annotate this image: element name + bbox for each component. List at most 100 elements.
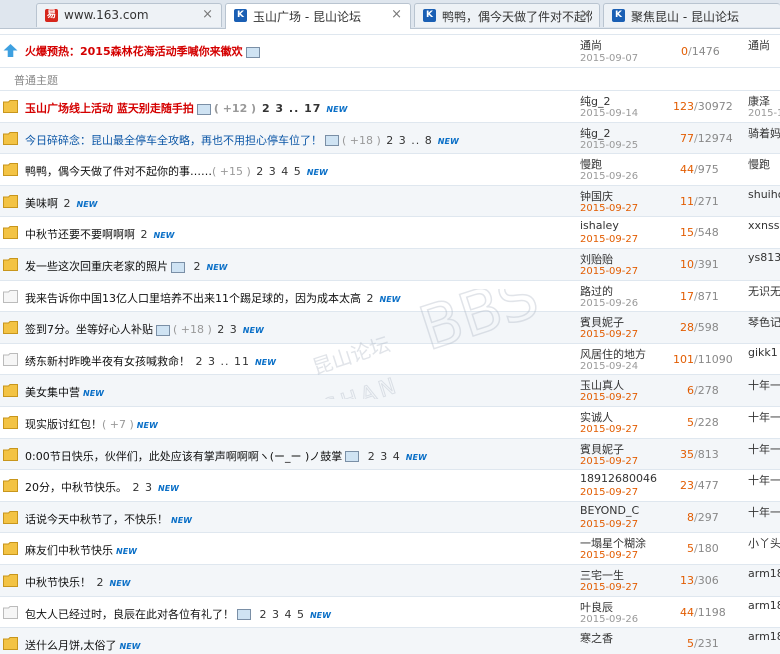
thread-author[interactable]: 刘贻贻	[580, 251, 613, 267]
last-poster[interactable]: ys813	[748, 251, 780, 264]
last-poster[interactable]: arm18	[748, 630, 780, 643]
page-links[interactable]: 2	[97, 576, 105, 589]
close-icon[interactable]: ×	[391, 7, 402, 22]
thread-title-link[interactable]: 20分，中秋节快乐。 2 3 NEW	[25, 479, 179, 495]
thread-title-link[interactable]: 火爆预热：2015森林花海活动季喊你来徽欢	[25, 43, 263, 59]
table-row[interactable]: 现实版讨红包！( +7 ) NEW 实诚人 2015-09-27 5/228 十年一	[0, 407, 780, 439]
last-poster[interactable]: 慢跑	[748, 156, 770, 172]
page-links[interactable]: 2 3	[133, 481, 154, 494]
thread-author[interactable]: 三宅一生	[580, 567, 624, 583]
table-row[interactable]: 美女集中营 NEW 玉山真人 2015-09-27 6/278 十年一	[0, 375, 780, 407]
tab-duck-post[interactable]: K 鸭鸭，偶今天做了件对不起你 ×	[414, 3, 600, 27]
last-poster[interactable]: arm18	[748, 599, 780, 612]
last-poster[interactable]: 小丫头	[748, 535, 780, 551]
thread-title-link[interactable]: 我来告诉你中国13亿人口里培养不出来11个踢足球的，因为成本太高 2 NEW	[25, 290, 400, 306]
thread-title-link[interactable]: 签到7分。坐等好心人补贴 ( +18 ) 2 3 NEW	[25, 321, 264, 337]
thread-author[interactable]: 賓貝妮子	[580, 441, 624, 457]
last-poster[interactable]: 十年一	[748, 409, 780, 425]
thread-author[interactable]: 实诚人	[580, 409, 613, 425]
last-poster[interactable]: 十年一	[748, 377, 780, 393]
thread-title-link[interactable]: 现实版讨红包！( +7 ) NEW	[25, 416, 158, 432]
page-links[interactable]: 2 3 4	[368, 450, 401, 463]
close-icon[interactable]: ×	[202, 7, 213, 22]
thread-author[interactable]: BEYOND_C	[580, 504, 639, 517]
page-links[interactable]: 2 3 4 5	[260, 608, 305, 621]
page-links[interactable]: 2	[64, 197, 72, 210]
thread-author[interactable]: 风居住的地方	[580, 346, 646, 362]
tab-focus-kunshan[interactable]: K 聚焦昆山 - 昆山论坛	[603, 3, 780, 27]
last-poster[interactable]: 十年一	[748, 504, 780, 520]
page-links[interactable]: 2 3 .. 17	[262, 102, 321, 115]
thread-author[interactable]: 叶良辰	[580, 599, 613, 615]
table-row[interactable]: 麻友们中秋节快乐 NEW 一塌星个糊涂 2015-09-27 5/180 小丫头	[0, 533, 780, 565]
table-row[interactable]: 绣东新村昨晚半夜有女孩喊救命！ 2 3 .. 11 NEW 风居住的地方 2015-0…	[0, 344, 780, 376]
thread-title-link[interactable]: 送什么月饼,太俗了 NEW	[25, 637, 140, 653]
table-row[interactable]: 玉山广场线上活动 蓝天别走随手拍 ( +12 ) 2 3 .. 17 NEW 纯g_2…	[0, 91, 780, 123]
section-title: 普通主题	[14, 74, 58, 87]
table-row[interactable]: 签到7分。坐等好心人补贴 ( +18 ) 2 3 NEW 賓貝妮子 2015-09-27…	[0, 312, 780, 344]
last-poster[interactable]: 康泽	[748, 93, 770, 109]
tab-yushan-square[interactable]: K 玉山广场 - 昆山论坛 ×	[225, 3, 411, 29]
table-row[interactable]: 包大人已经过时，良辰在此对各位有礼了！ 2 3 4 5 NEW 叶良辰 2015-09…	[0, 597, 780, 629]
reply-count: 0	[681, 45, 688, 58]
last-poster[interactable]: 骑着妈	[748, 125, 780, 141]
last-poster[interactable]: 十年一	[748, 441, 780, 457]
table-row[interactable]: 今日碎碎念：昆山最全停车全攻略，再也不用担心停车位了！ ( +18 ) 2 3 .…	[0, 122, 780, 155]
thread-author[interactable]: 钟国庆	[580, 188, 613, 204]
table-row[interactable]: 0:00节日快乐，伙伴们，此处应该有掌声啊啊啊ヽ(ー_ー )ノ鼓掌 2 3 4 N…	[0, 438, 780, 471]
thread-title-link[interactable]: 包大人已经过时，良辰在此对各位有礼了！ 2 3 4 5 NEW	[25, 606, 331, 622]
tab-163[interactable]: 易 www.163.com ×	[36, 3, 222, 27]
thread-title-link[interactable]: 绣东新村昨晚半夜有女孩喊救命！ 2 3 .. 11 NEW	[25, 353, 276, 369]
last-poster[interactable]: 通尚	[748, 37, 770, 53]
thread-author[interactable]: 慢跑	[580, 156, 602, 172]
page-links[interactable]: 2	[194, 260, 202, 273]
thread-title-link[interactable]: 鸭鸭，偶今天做了件对不起你的事……( +15 ) 2 3 4 5 NEW	[25, 163, 328, 179]
thread-title-link[interactable]: 美味啊 2 NEW	[25, 195, 97, 211]
thread-title-link[interactable]: 发一些这次回重庆老家的照片 2 NEW	[25, 258, 227, 274]
thread-author[interactable]: ishaley	[580, 219, 619, 232]
page-links[interactable]: 2 3 .. 11	[196, 355, 250, 368]
thread-author[interactable]: 一塌星个糊涂	[580, 535, 646, 551]
page-links[interactable]: 2 3 4 5	[256, 165, 301, 178]
page-links[interactable]: 2 3	[217, 323, 238, 336]
page-links[interactable]: 2 3 .. 8	[386, 134, 432, 147]
table-row[interactable]: 我来告诉你中国13亿人口里培养不出来11个踢足球的，因为成本太高 2 NEW 路过的…	[0, 281, 780, 313]
table-row[interactable]: 话说今天中秋节了，不快乐！ NEW BEYOND_C 2015-09-27 8/297 十…	[0, 501, 780, 534]
thread-title-link[interactable]: 中秋节快乐！ 2 NEW	[25, 574, 130, 590]
last-poster[interactable]: 十年一	[748, 472, 780, 488]
thread-author[interactable]: 賓貝妮子	[580, 314, 624, 330]
last-poster[interactable]: gikk1	[748, 346, 778, 359]
thread-author[interactable]: 纯g_2	[580, 125, 610, 141]
thread-author[interactable]: 18912680046	[580, 472, 657, 485]
last-poster[interactable]: arm18	[748, 567, 780, 580]
thread-title-link[interactable]: 中秋节还要不要啊啊啊 2 NEW	[25, 226, 174, 242]
page-links[interactable]: 2	[141, 228, 149, 241]
thread-author[interactable]: 路过的	[580, 283, 613, 299]
thread-title-link[interactable]: 话说今天中秋节了，不快乐！ NEW	[25, 511, 192, 527]
last-poster[interactable]: xxnssy	[748, 219, 780, 232]
thread-author[interactable]: 纯g_2	[580, 93, 610, 109]
last-poster[interactable]: 无识无	[748, 283, 780, 299]
thread-author[interactable]: 玉山真人	[580, 377, 624, 393]
pinned-thread-row[interactable]: 火爆预热：2015森林花海活动季喊你来徽欢 通尚 2015-09-07 0/14…	[0, 35, 780, 68]
table-row[interactable]: 中秋节快乐！ 2 NEW 三宅一生2015-09-27 13/306 arm18	[0, 565, 780, 597]
last-poster[interactable]: shuiho	[748, 188, 780, 201]
thread-author[interactable]: 寒之香	[580, 630, 613, 646]
thread-title-link[interactable]: 麻友们中秋节快乐 NEW	[25, 542, 137, 558]
thread-title-link[interactable]: 0:00节日快乐，伙伴们，此处应该有掌声啊啊啊ヽ(ー_ー )ノ鼓掌 2 3 4 N…	[25, 448, 427, 464]
thread-author[interactable]: 通尚	[580, 37, 602, 53]
table-row[interactable]: 送什么月饼,太俗了NEW 寒之香 5/231 arm18	[0, 628, 780, 654]
close-icon[interactable]: ×	[580, 7, 591, 22]
last-post-date: 2015-09	[748, 29, 780, 32]
table-row[interactable]: 发一些这次回重庆老家的照片 2 NEW 刘贻贻 2015-09-27 10/391 ys8…	[0, 249, 780, 281]
table-row[interactable]: 鸭鸭，偶今天做了件对不起你的事……( +15 ) 2 3 4 5 NEW 慢跑 201…	[0, 154, 780, 186]
table-row[interactable]: 美味啊 2 NEW 钟国庆2015-09-27 11/271 shuiho	[0, 185, 780, 218]
thread-title-link[interactable]: 玉山广场线上活动 蓝天别走随手拍 ( +12 ) 2 3 .. 17 NEW	[25, 100, 347, 116]
thread-title-link[interactable]: 美女集中营 NEW	[25, 384, 104, 400]
last-poster[interactable]: 琴色记	[748, 314, 780, 330]
table-row[interactable]: 中秋节还要不要啊啊啊 2 NEW ishaley 2015-09-27 15/548 xx…	[0, 217, 780, 249]
page-links[interactable]: 2	[367, 292, 375, 305]
reply-view-count: 5/228	[648, 416, 728, 429]
thread-title-link[interactable]: 今日碎碎念：昆山最全停车全攻略，再也不用担心停车位了！ ( +18 ) 2 3 .…	[25, 132, 459, 148]
table-row[interactable]: 20分，中秋节快乐。 2 3 NEW 18912680046 2015-09-27 23…	[0, 470, 780, 502]
